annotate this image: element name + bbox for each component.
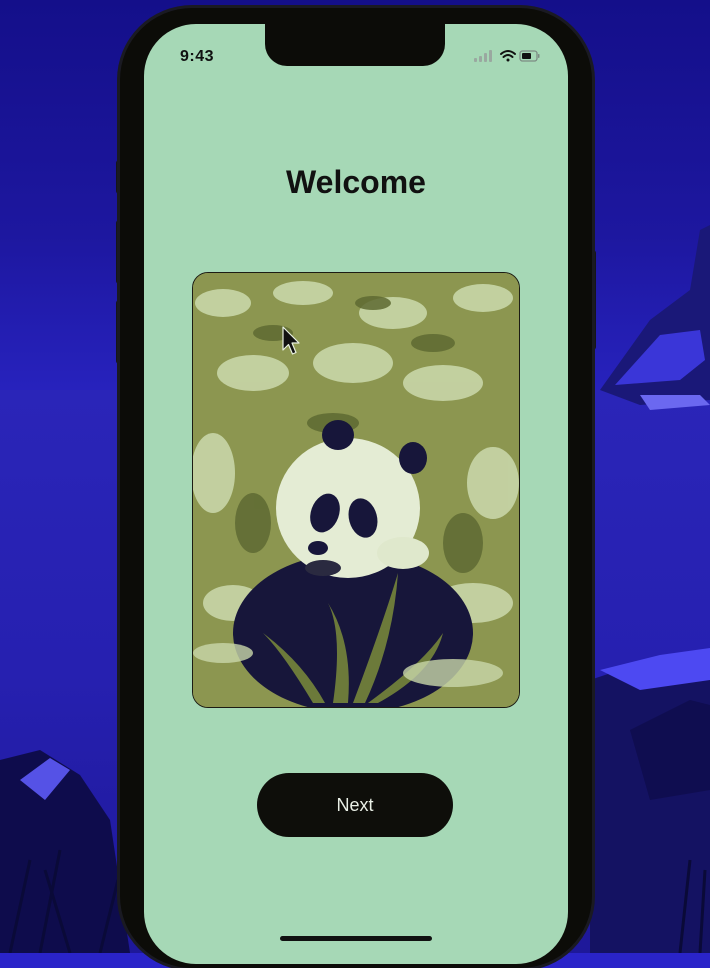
panda-image (192, 272, 520, 708)
battery-icon (519, 50, 540, 62)
notch (265, 24, 445, 66)
status-icons (474, 50, 540, 62)
status-time: 9:43 (180, 48, 215, 65)
next-button[interactable]: Next (257, 773, 453, 837)
page-title: Welcome (286, 164, 426, 200)
phone-screen: 9:43 Welcome Next (144, 24, 568, 964)
signal-icon (474, 50, 492, 62)
wifi-icon (500, 50, 516, 62)
pointer-cursor-icon (282, 326, 300, 355)
home-indicator[interactable] (280, 936, 432, 941)
